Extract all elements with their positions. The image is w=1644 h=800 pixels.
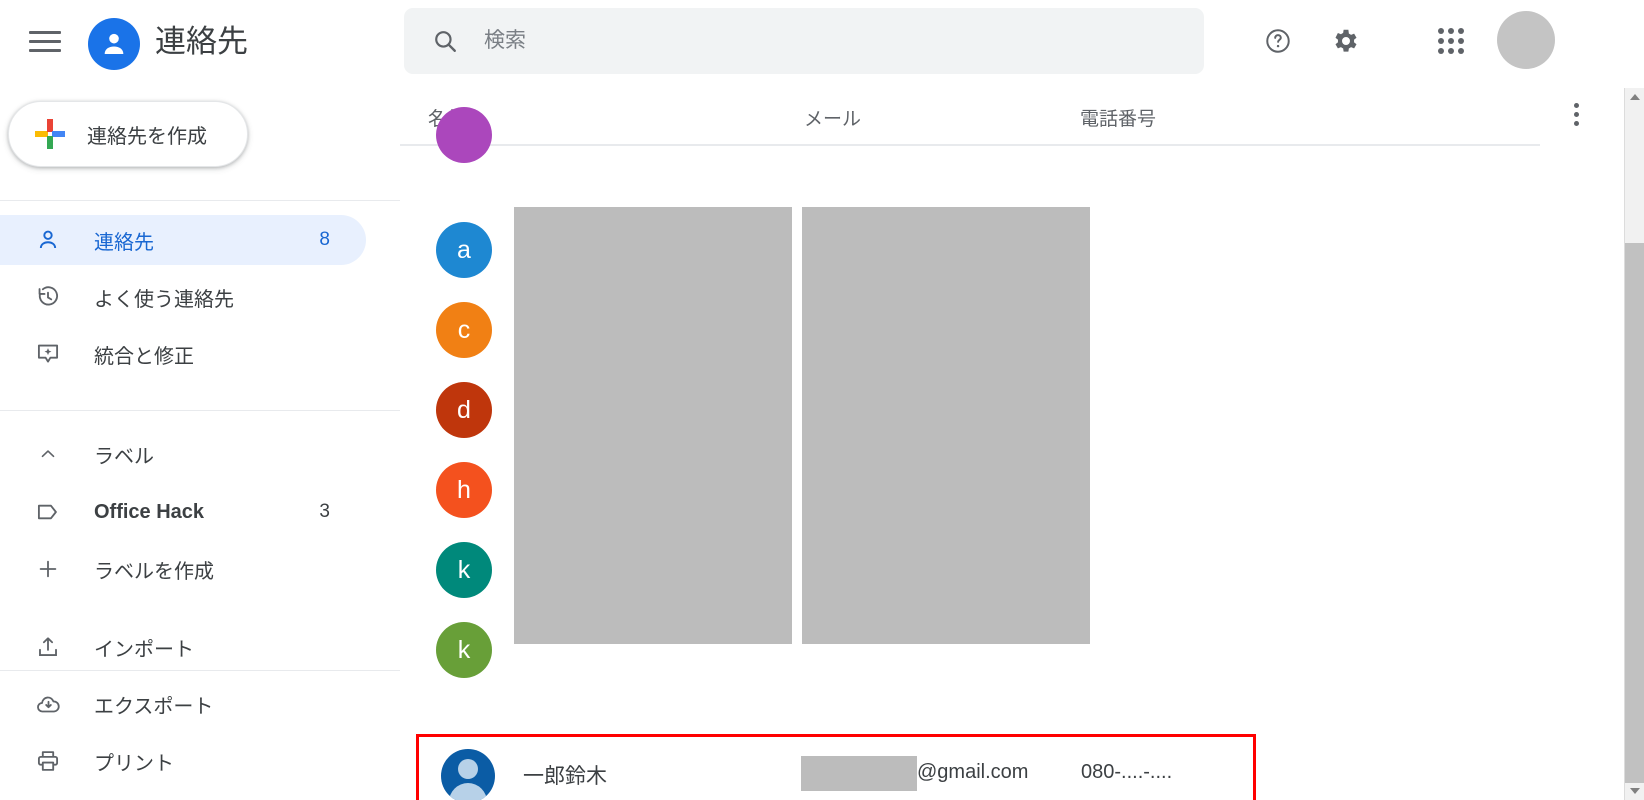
- contact-phone: 080-....-....: [1081, 761, 1173, 783]
- sidebar-item-merge-and-fix[interactable]: 統合と修正: [0, 329, 366, 379]
- help-circle-icon[interactable]: [1257, 20, 1299, 62]
- avatar-head: [458, 759, 478, 779]
- row-divider: [400, 145, 1540, 146]
- sidebar-create-label-label: ラベルを作成: [94, 560, 214, 583]
- default-person-avatar[interactable]: [441, 749, 495, 800]
- sidebar-label-office-hack[interactable]: Office Hack 3: [0, 487, 366, 537]
- printer-icon: [34, 747, 62, 775]
- contacts-table: 名前 メール 電話番号 a c d: [400, 82, 1626, 800]
- sidebar-divider-labels: [0, 410, 400, 411]
- user-account-avatar[interactable]: [1497, 11, 1555, 69]
- redacted-name-column: [514, 207, 792, 644]
- avatar-body: [449, 783, 487, 800]
- hamburger-menu-icon[interactable]: [29, 26, 63, 56]
- contact-name: 一郎鈴木: [523, 765, 607, 788]
- avatar-letter: c: [457, 315, 471, 344]
- sidebar-labels-header[interactable]: ラベル: [0, 429, 366, 479]
- sidebar-labels-header-label: ラベル: [94, 445, 154, 468]
- more-vertical-icon[interactable]: [1558, 96, 1594, 132]
- merge-sparkle-icon: [34, 340, 62, 368]
- google-plus-icon: [35, 119, 65, 149]
- redacted-email-column: [802, 207, 1090, 644]
- contacts-list: a c d h k k 一郎鈴木 @gmail.com 080-....-...…: [400, 107, 1626, 800]
- label-tag-icon: [34, 498, 62, 526]
- avatar[interactable]: k: [436, 542, 492, 598]
- avatar[interactable]: h: [436, 462, 492, 518]
- avatar-letter: k: [457, 635, 471, 664]
- scroll-up-arrow-icon[interactable]: [1625, 88, 1644, 106]
- apps-grid-icon[interactable]: [1430, 20, 1472, 62]
- avatar-letter: d: [457, 395, 471, 424]
- sidebar-divider-top: [0, 200, 400, 201]
- gear-icon[interactable]: [1325, 20, 1367, 62]
- vertical-scrollbar[interactable]: [1624, 88, 1644, 800]
- avatar[interactable]: [436, 107, 492, 163]
- sidebar-item-import-label: インポート: [94, 638, 194, 661]
- column-header-email[interactable]: メール: [804, 104, 861, 131]
- sidebar-item-frequent[interactable]: よく使う連絡先: [0, 272, 366, 322]
- search-input[interactable]: [484, 8, 1184, 74]
- sidebar-item-print[interactable]: プリント: [0, 736, 366, 786]
- sidebar-item-export[interactable]: エクスポート: [0, 679, 366, 729]
- sidebar-label-office-hack-label: Office Hack: [94, 500, 205, 523]
- history-clock-icon: [34, 283, 62, 311]
- avatar-letter: k: [457, 555, 471, 584]
- avatar[interactable]: c: [436, 302, 492, 358]
- upload-icon: [34, 633, 62, 661]
- contacts-logo-icon: [88, 18, 140, 70]
- create-contact-button[interactable]: 連絡先を作成: [8, 101, 248, 167]
- sidebar-item-contacts[interactable]: 連絡先 8: [0, 215, 366, 265]
- scroll-down-arrow-icon[interactable]: [1625, 782, 1644, 800]
- top-bar: 連絡先: [0, 0, 1644, 82]
- apps-grid-dots: [1438, 28, 1464, 54]
- sidebar-item-merge-and-fix-label: 統合と修正: [94, 345, 194, 368]
- search-bar[interactable]: [404, 8, 1204, 74]
- redacted-email-local-part: [801, 756, 917, 791]
- sidebar-label-office-hack-count: 3: [319, 501, 330, 522]
- plus-icon: [34, 555, 62, 583]
- contact-email: @gmail.com: [917, 761, 1029, 783]
- sidebar-create-label[interactable]: ラベルを作成: [0, 544, 366, 594]
- sidebar-item-contacts-count: 8: [319, 229, 330, 250]
- sidebar-item-import[interactable]: インポート: [0, 622, 366, 672]
- person-icon: [34, 226, 62, 254]
- scroll-thumb[interactable]: [1625, 243, 1644, 783]
- sidebar-item-contacts-label: 連絡先: [94, 231, 154, 254]
- contacts-app: 連絡先 検索 連絡先を作成 連絡先 8 よく使う連絡先 統合と修正 ラベル Of…: [0, 0, 1644, 800]
- create-contact-label: 連絡先を作成: [87, 125, 207, 148]
- cloud-download-icon: [34, 690, 62, 718]
- chevron-up-icon: [34, 440, 62, 468]
- avatar[interactable]: a: [436, 222, 492, 278]
- sidebar: 連絡先を作成 連絡先 8 よく使う連絡先 統合と修正 ラベル Office Ha…: [0, 82, 400, 800]
- page-title: 連絡先: [155, 24, 248, 59]
- sidebar-item-export-label: エクスポート: [94, 695, 214, 718]
- highlighted-contact-row[interactable]: 一郎鈴木 @gmail.com 080-....-....: [416, 734, 1256, 800]
- column-header-phone[interactable]: 電話番号: [1080, 104, 1156, 131]
- avatar[interactable]: k: [436, 622, 492, 678]
- avatar-letter: h: [457, 475, 471, 504]
- sidebar-item-frequent-label: よく使う連絡先: [94, 288, 234, 311]
- avatar-letter: a: [457, 235, 471, 264]
- sidebar-item-print-label: プリント: [94, 752, 174, 775]
- search-icon: [435, 31, 456, 52]
- avatar[interactable]: d: [436, 382, 492, 438]
- table-header-row: 名前 メール 電話番号: [400, 82, 1626, 145]
